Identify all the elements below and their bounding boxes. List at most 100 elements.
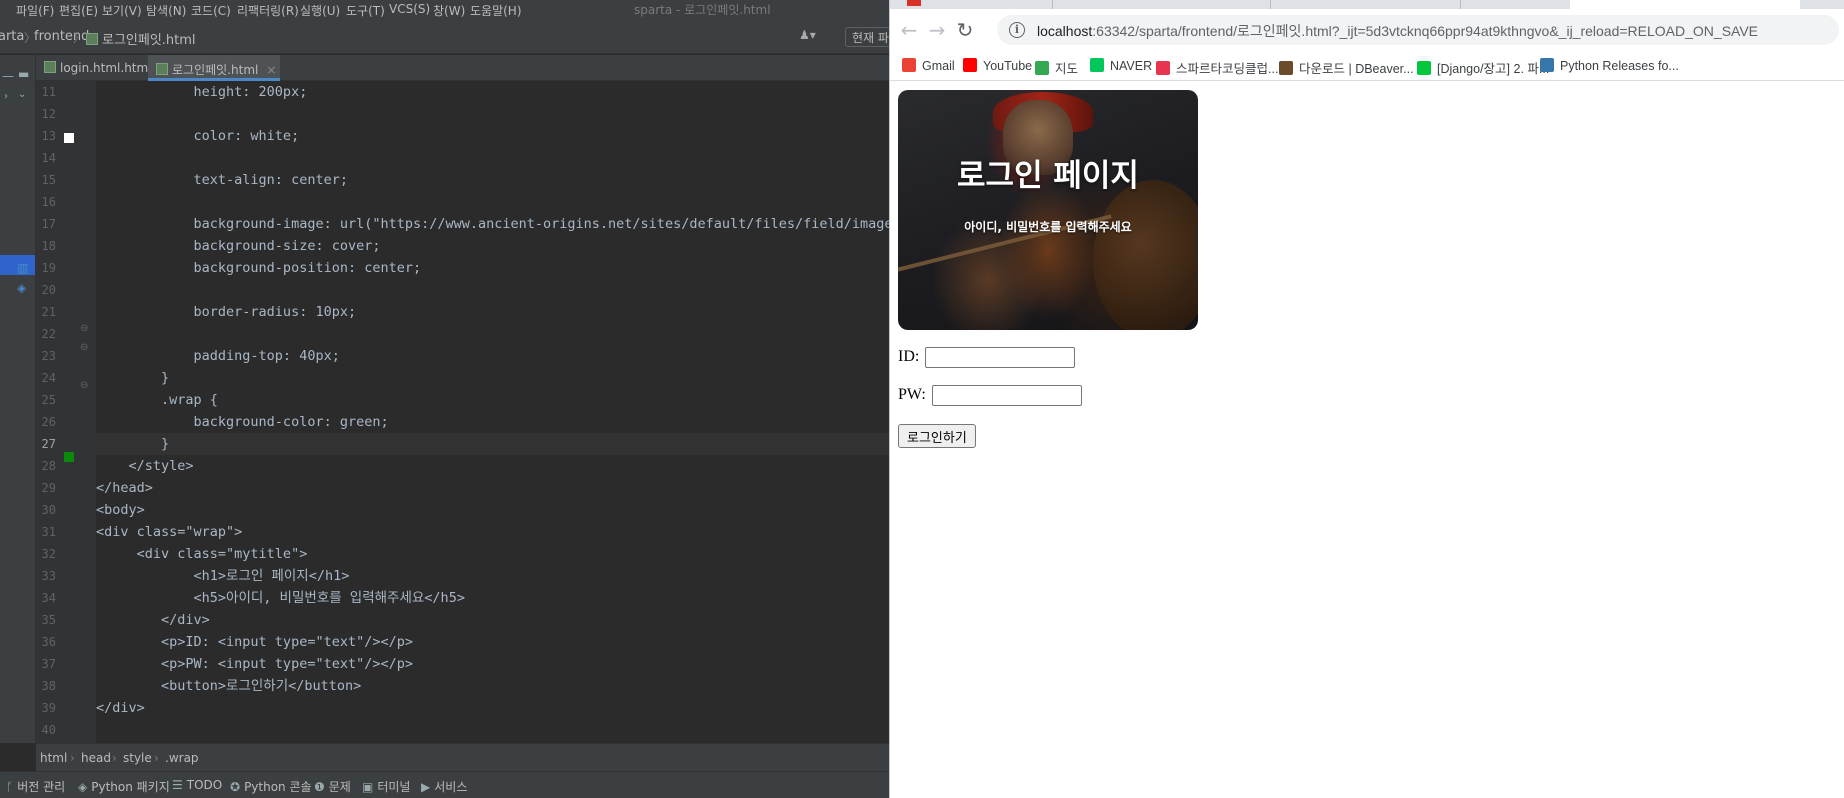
close-icon[interactable]: × — [266, 63, 276, 77]
ide-menubar: 파일(F) 편집(E) 보기(V) 탐색(N) 코드(C) 리팩터링(R) 실행… — [0, 0, 889, 20]
code-line[interactable] — [96, 279, 889, 301]
code-line[interactable]: background-image: url("https://www.ancie… — [96, 213, 889, 235]
crumb-head[interactable]: head — [81, 751, 111, 765]
bookmark-item[interactable]: NAVER — [1090, 58, 1152, 73]
code-line[interactable]: <p>ID: <input type="text"/></p> — [96, 631, 889, 653]
browser-tab[interactable] — [1270, 0, 1271, 9]
menu-window[interactable]: 창(W) — [433, 2, 465, 19]
vcs-tool[interactable]: ᚴ 버전 관리 — [6, 778, 65, 795]
code-line[interactable]: .wrap { — [96, 389, 889, 411]
bookmark-item[interactable]: Gmail — [902, 58, 955, 73]
crumb-style[interactable]: style — [123, 751, 152, 765]
python-packages-tool[interactable]: ◈ Python 패키지 — [78, 778, 170, 795]
user-icon[interactable]: ♟▾ — [799, 28, 827, 46]
menu-file[interactable]: 파일(F) — [16, 2, 54, 19]
chevron-down-icon[interactable]: › — [4, 91, 8, 102]
menu-help[interactable]: 도움말(H) — [470, 2, 522, 19]
crumb-html[interactable]: html — [40, 751, 67, 765]
code-line[interactable] — [96, 719, 889, 741]
url-host: localhost — [1037, 23, 1093, 39]
back-arrow-icon[interactable]: ← — [896, 17, 922, 43]
menu-tools[interactable]: 도구(T) — [346, 2, 385, 19]
bookmark-item[interactable]: YouTube — [963, 58, 1032, 73]
code-line[interactable]: <h5>아이디, 비밀번호를 입력해주세요</h5> — [96, 587, 889, 609]
ide-navbar: arta 〉 frontend 〉 로그인페잇.html ♟▾ 현재 파 — [0, 20, 889, 54]
code-line[interactable]: <p>PW: <input type="text"/></p> — [96, 653, 889, 675]
line-number: 25 — [41, 393, 56, 407]
bookmark-item[interactable]: [Django/장고] 2. 파... — [1417, 58, 1549, 77]
menu-run[interactable]: 실행(U) — [300, 2, 340, 19]
code-editor[interactable]: height: 200px; color: white; text-align:… — [96, 81, 889, 743]
code-line[interactable]: border-radius: 10px; — [96, 301, 889, 323]
menu-code[interactable]: 코드(C) — [191, 2, 231, 19]
id-input[interactable] — [925, 347, 1076, 368]
browser-tab-active[interactable] — [1570, 0, 1800, 9]
url-text[interactable]: localhost:63342/sparta/frontend/로그인페잇.ht… — [1037, 21, 1758, 41]
browser-tab[interactable] — [1052, 0, 1053, 9]
fold-icon[interactable]: ⊖ — [80, 380, 88, 391]
bookmark-item[interactable]: 다운로드 | DBeaver... — [1279, 58, 1414, 77]
fold-icon[interactable]: ⊖ — [80, 323, 88, 334]
forward-arrow-icon[interactable]: → — [924, 17, 950, 43]
code-line[interactable] — [96, 323, 889, 345]
code-line[interactable]: } — [96, 367, 889, 389]
menu-navigate[interactable]: 탐색(N) — [146, 2, 186, 19]
chevron-right-icon: 〉 — [73, 31, 86, 45]
crumb-wrap[interactable]: .wrap — [165, 751, 199, 765]
reload-icon[interactable]: ↻ — [952, 17, 978, 43]
current-file-button[interactable]: 현재 파 — [845, 27, 889, 47]
python-console-tool[interactable]: ✪ Python 콘솔 — [230, 778, 312, 795]
code-line[interactable]: <div class="mytitle"> — [96, 543, 889, 565]
code-line[interactable]: </style> — [96, 455, 889, 477]
info-icon[interactable]: i — [1009, 22, 1025, 38]
browser-tab[interactable] — [1460, 0, 1461, 9]
bookmark-item[interactable]: Python Releases fo... — [1540, 58, 1679, 73]
minus-icon[interactable]: — — [2, 69, 14, 83]
code-line[interactable]: </div> — [96, 697, 889, 719]
menu-vcs[interactable]: VCS(S) — [389, 2, 430, 16]
code-line[interactable]: text-align: center; — [96, 169, 889, 191]
code-line[interactable] — [96, 191, 889, 213]
tool-label: 터미널 — [377, 780, 411, 794]
code-line[interactable]: } — [96, 433, 889, 455]
todo-tool[interactable]: ☰ TODO — [172, 778, 222, 792]
folder-icon[interactable]: ▬ — [18, 67, 29, 81]
structure-icon[interactable]: ▥ — [17, 261, 28, 275]
db-icon[interactable]: ◈ — [17, 281, 26, 295]
code-line[interactable]: color: white; — [96, 125, 889, 147]
menu-edit[interactable]: 편집(E) — [59, 2, 98, 19]
menu-view[interactable]: 보기(V) — [102, 2, 142, 19]
pw-input[interactable] — [931, 385, 1082, 406]
code-line[interactable]: <div class="wrap"> — [96, 521, 889, 543]
code-line[interactable]: height: 200px; — [96, 81, 889, 103]
code-line[interactable]: <h1>로그인 페이지</h1> — [96, 565, 889, 587]
chevron-down-icon[interactable]: ⌄ — [18, 89, 26, 100]
line-number: 32 — [41, 547, 56, 561]
python-icon: ✪ — [230, 780, 241, 794]
code-line[interactable]: <body> — [96, 499, 889, 521]
html-file-icon — [156, 63, 168, 75]
code-line[interactable]: <button>로그인하기</button> — [96, 675, 889, 697]
problems-tool[interactable]: ❶ 문제 — [314, 778, 351, 795]
code-line[interactable] — [96, 103, 889, 125]
code-line[interactable]: background-position: center; — [96, 257, 889, 279]
bookmark-item[interactable]: 지도 — [1035, 58, 1078, 77]
menu-refactor[interactable]: 리팩터링(R) — [237, 2, 299, 19]
line-number: 26 — [41, 415, 56, 429]
services-tool[interactable]: ▶ 서비스 — [421, 778, 467, 795]
address-bar[interactable]: i localhost:63342/sparta/frontend/로그인페잇.… — [997, 15, 1839, 45]
code-line[interactable]: </head> — [96, 477, 889, 499]
tab-login-page[interactable]: 로그인페잇.html × — [148, 55, 280, 81]
code-line[interactable]: padding-top: 40px; — [96, 345, 889, 367]
code-line[interactable] — [96, 147, 889, 169]
bookmark-item[interactable]: 스파르타코딩클럽... — [1156, 58, 1278, 77]
code-line[interactable]: background-size: cover; — [96, 235, 889, 257]
login-button[interactable]: 로그인하기 — [898, 424, 976, 448]
tab-login-html[interactable]: login.html.html× — [36, 55, 170, 81]
terminal-tool[interactable]: ▣ 터미널 — [362, 778, 410, 795]
nav-crumb-project[interactable]: arta — [0, 29, 24, 44]
nav-crumb-file[interactable]: 로그인페잇.html — [86, 29, 196, 48]
code-line[interactable]: background-color: green; — [96, 411, 889, 433]
code-line[interactable]: </div> — [96, 609, 889, 631]
fold-icon[interactable]: ⊖ — [80, 342, 88, 353]
